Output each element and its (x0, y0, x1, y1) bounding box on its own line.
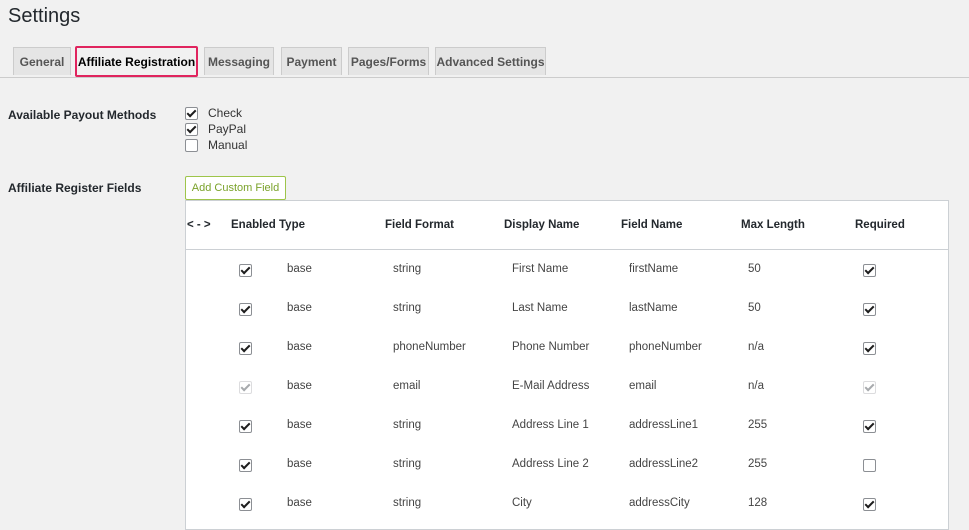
tab-general[interactable]: General (13, 47, 71, 75)
check-checkbox[interactable] (185, 106, 198, 120)
payout-option-label: Manual (208, 138, 248, 152)
enabled-checkbox[interactable] (239, 459, 252, 472)
required-checkbox[interactable] (863, 264, 876, 277)
cell-max: 50 (748, 263, 761, 275)
cell-max: n/a (748, 380, 764, 392)
column-drag: < - > (187, 219, 211, 231)
cell-name: addressCity (629, 497, 690, 509)
enabled-checkbox[interactable] (239, 342, 252, 355)
cell-display: Phone Number (512, 341, 590, 353)
table-header: < - > Enabled Type Field Format Display … (186, 201, 948, 250)
enabled-checkbox[interactable] (239, 303, 252, 316)
table-row: base phoneNumber Phone Number phoneNumber n/… (186, 329, 948, 368)
cell-display: E-Mail Address (512, 380, 590, 392)
cell-type: base (287, 341, 312, 353)
table-row: base string Address Line 1 addressLine1 255 (186, 407, 948, 446)
cell-name: addressLine2 (629, 458, 699, 470)
tab-affiliate-registration[interactable]: Affiliate Registration (75, 46, 198, 77)
cell-name: addressLine1 (629, 419, 699, 431)
payout-methods-label: Available Payout Methods (8, 108, 157, 122)
manual-checkbox[interactable] (185, 138, 198, 152)
cell-display: First Name (512, 263, 569, 275)
column-display-name: Display Name (504, 219, 580, 231)
column-enabled: Enabled (231, 219, 276, 231)
cell-max: 255 (748, 419, 768, 431)
cell-format: string (393, 497, 422, 509)
payout-methods-group: Check PayPal Manual (185, 105, 247, 153)
settings-tabs: General Affiliate Registration Messaging… (0, 46, 969, 78)
cell-format: email (393, 380, 421, 392)
required-checkbox[interactable] (863, 498, 876, 511)
enabled-checkbox[interactable] (239, 420, 252, 433)
cell-display: Address Line 1 (512, 419, 589, 431)
page-title: Settings (8, 5, 81, 27)
add-custom-field-button[interactable]: Add Custom Field (185, 176, 286, 200)
cell-type: base (287, 263, 312, 275)
cell-name: phoneNumber (629, 341, 702, 353)
cell-max: 128 (748, 497, 768, 509)
column-field-format: Field Format (385, 219, 455, 231)
cell-type: base (287, 419, 312, 431)
table-row: base string City addressCity 128 (186, 485, 948, 524)
column-max-length: Max Length (741, 219, 805, 231)
payout-option-paypal: PayPal (185, 121, 247, 137)
table-row: base email E-Mail Address email n/a (186, 368, 948, 407)
required-checkbox[interactable] (863, 342, 876, 355)
column-type: Type (279, 219, 305, 231)
payout-option-check: Check (185, 105, 247, 121)
enabled-checkbox (239, 381, 252, 394)
paypal-checkbox[interactable] (185, 122, 198, 136)
cell-format: string (393, 302, 422, 314)
cell-type: base (287, 497, 312, 509)
tab-payment[interactable]: Payment (281, 47, 342, 75)
register-fields-table: < - > Enabled Type Field Format Display … (185, 200, 949, 530)
cell-name: firstName (629, 263, 679, 275)
cell-display: Last Name (512, 302, 568, 314)
table-row: base string Last Name lastName 50 (186, 290, 948, 329)
payout-option-label: PayPal (208, 122, 247, 136)
cell-type: base (287, 380, 312, 392)
tab-messaging[interactable]: Messaging (204, 47, 274, 75)
cell-max: n/a (748, 341, 764, 353)
enabled-checkbox[interactable] (239, 498, 252, 511)
cell-format: string (393, 458, 422, 470)
required-checkbox[interactable] (863, 459, 876, 472)
column-required: Required (855, 219, 905, 231)
cell-display: City (512, 497, 532, 509)
table-row: base string First Name firstName 50 (186, 251, 948, 290)
payout-option-manual: Manual (185, 137, 247, 153)
cell-max: 255 (748, 458, 768, 470)
cell-format: phoneNumber (393, 341, 466, 353)
cell-max: 50 (748, 302, 761, 314)
cell-format: string (393, 419, 422, 431)
cell-display: Address Line 2 (512, 458, 589, 470)
register-fields-label: Affiliate Register Fields (8, 181, 142, 195)
required-checkbox[interactable] (863, 420, 876, 433)
payout-option-label: Check (208, 106, 243, 120)
cell-name: email (629, 380, 657, 392)
required-checkbox (863, 381, 876, 394)
enabled-checkbox[interactable] (239, 264, 252, 277)
cell-type: base (287, 302, 312, 314)
cell-type: base (287, 458, 312, 470)
tab-pages-forms[interactable]: Pages/Forms (348, 47, 429, 75)
table-row: base string Address Line 2 addressLine2 255 (186, 446, 948, 485)
cell-format: string (393, 263, 422, 275)
cell-name: lastName (629, 302, 678, 314)
column-field-name: Field Name (621, 219, 683, 231)
required-checkbox[interactable] (863, 303, 876, 316)
tab-advanced-settings[interactable]: Advanced Settings (435, 47, 546, 75)
